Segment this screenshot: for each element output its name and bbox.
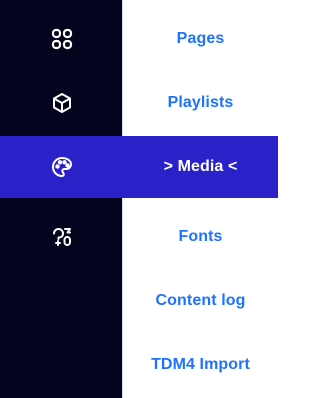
- nav-item-pages[interactable]: Pages: [0, 8, 278, 70]
- nav-icon-cell: [0, 334, 123, 396]
- nav-label-tdm4-import[interactable]: TDM4 Import: [123, 334, 278, 396]
- cube-icon: [50, 91, 74, 115]
- palette-icon: [50, 155, 74, 179]
- nav-icon-cell: [0, 136, 123, 198]
- nav-label-content-log[interactable]: Content log: [123, 270, 278, 332]
- nav-icon-cell: [0, 206, 123, 268]
- nav-item-content-log[interactable]: Content log: [0, 270, 278, 332]
- nav-item-playlists[interactable]: Playlists: [0, 72, 278, 134]
- fonts-icon: [50, 225, 74, 249]
- nav-item-media[interactable]: > Media <: [0, 136, 278, 198]
- grid-icon: [50, 27, 74, 51]
- nav-label-fonts[interactable]: Fonts: [123, 206, 278, 268]
- nav-icon-cell: [0, 8, 123, 70]
- nav-label-pages[interactable]: Pages: [123, 8, 278, 70]
- app-window: Pages Playlists > Media < Fonts Content …: [0, 0, 278, 398]
- nav-item-fonts[interactable]: Fonts: [0, 206, 278, 268]
- nav-label-media[interactable]: > Media <: [123, 136, 278, 198]
- nav-label-playlists[interactable]: Playlists: [123, 72, 278, 134]
- nav-icon-cell: [0, 270, 123, 332]
- nav-item-tdm4-import[interactable]: TDM4 Import: [0, 334, 278, 396]
- nav-icon-cell: [0, 72, 123, 134]
